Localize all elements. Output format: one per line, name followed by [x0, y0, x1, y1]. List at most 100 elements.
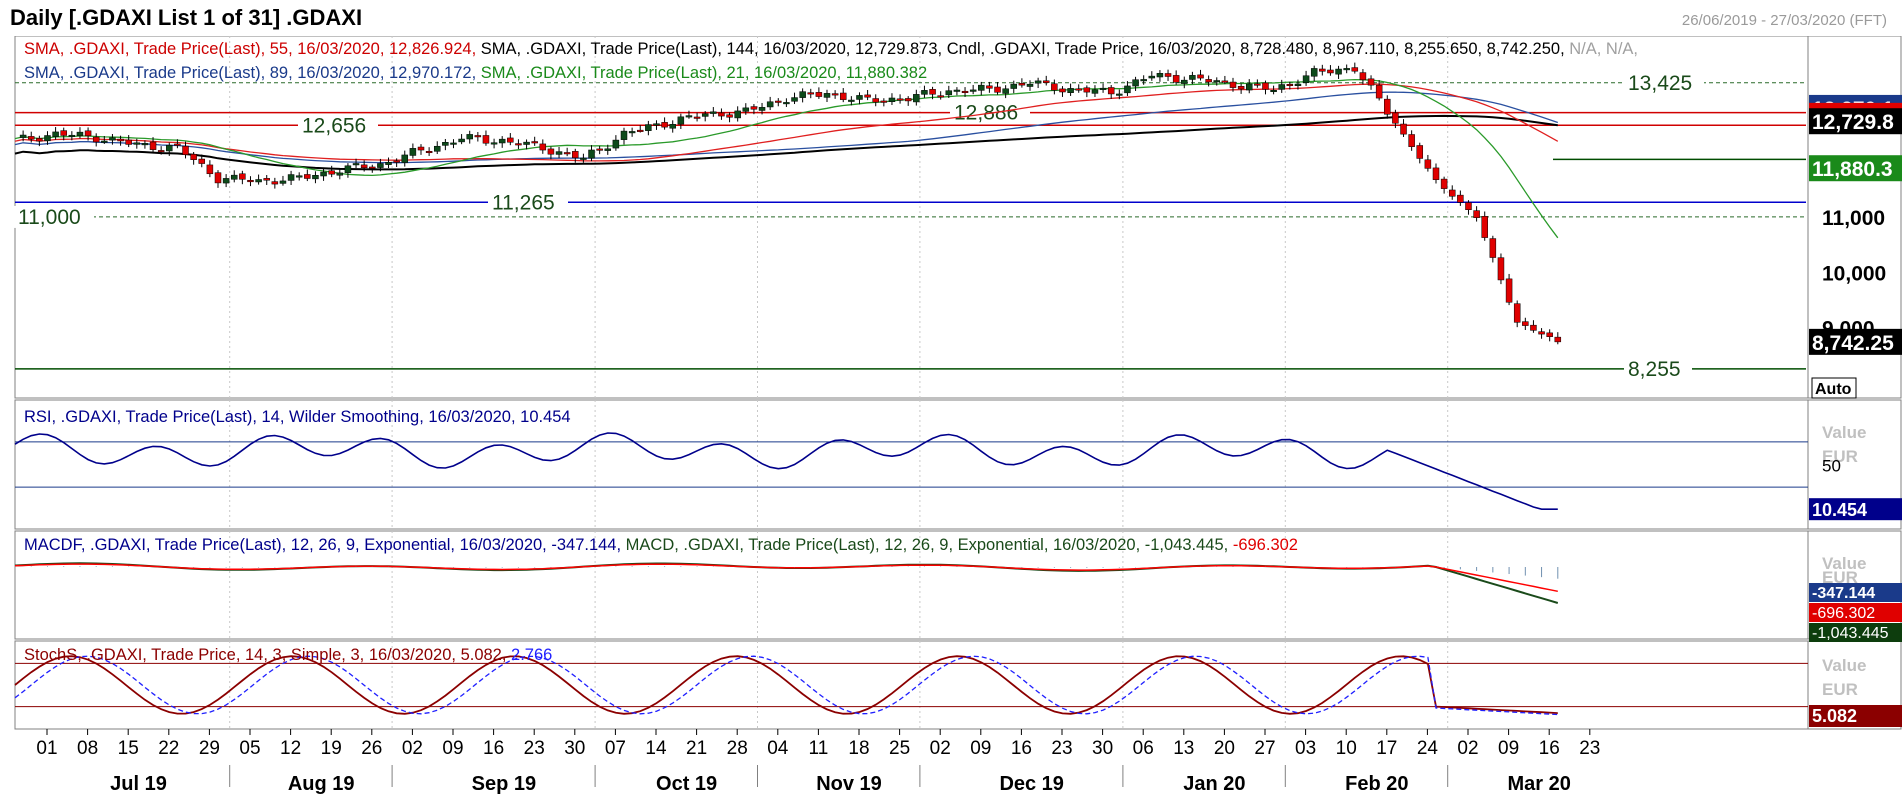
- candle-body: [474, 135, 482, 138]
- candle-body: [555, 151, 563, 155]
- candle-body: [385, 161, 392, 165]
- macd-legend-part: MACDF, .GDAXI, Trade Price(Last), 12, 26…: [24, 536, 621, 554]
- x-month-label: Jan 20: [1183, 773, 1245, 795]
- x-month-label: Aug 19: [288, 773, 355, 795]
- candle-body: [961, 90, 969, 93]
- candle-body: [1051, 83, 1058, 91]
- time-axis: 01 08 15 22 29 05 12 19 26 02 09 16 23 30 07 14 21 28 04 11…: [36, 729, 1600, 795]
- candle-body: [904, 98, 912, 102]
- candle-body: [1262, 82, 1269, 90]
- candle-body: [222, 178, 230, 184]
- stoch-value-label: Value: [1822, 656, 1866, 675]
- price-legend-line1-part: Cndl, .GDAXI, Trade Price, 16/03/2020, 8…: [942, 40, 1565, 58]
- candle-body: [572, 151, 579, 159]
- candle-body: [734, 110, 741, 119]
- chart-title: Daily [.GDAXI List 1 of 31] .GDAXI: [10, 5, 363, 30]
- candle-body: [921, 90, 928, 95]
- candle-body: [239, 173, 246, 180]
- price-legend-line1-part: SMA, .GDAXI, Trade Price(Last), 144, 16/…: [476, 40, 942, 58]
- chart-area[interactable]: 12,656 12,886 13,425 11,265 11,000 8,255 Valu…: [0, 36, 1903, 811]
- level-label: 13,425: [1628, 72, 1692, 95]
- candle-body: [1132, 79, 1139, 87]
- x-tick-label: 07: [605, 738, 626, 759]
- macd-signal-line: [14, 563, 1558, 593]
- candle-body: [831, 93, 839, 96]
- panel-frames: [14, 36, 1902, 730]
- x-tick-label: 16: [1539, 738, 1560, 759]
- candle-body: [1270, 90, 1277, 93]
- candle-body: [1140, 79, 1147, 82]
- candle-body: [945, 90, 953, 96]
- candle-body: [182, 145, 189, 155]
- x-tick-label: 17: [1376, 738, 1397, 759]
- candle-body: [1351, 67, 1359, 72]
- candle-body: [685, 115, 693, 118]
- horizontal-levels: 12,656 12,886 13,425 11,265 11,000 8,255: [14, 71, 1806, 381]
- candle-body: [1075, 88, 1082, 91]
- price-legend-line1: SMA, .GDAXI, Trade Price(Last), 55, 16/0…: [24, 40, 1638, 58]
- rsi-badge: 10.454: [1812, 500, 1867, 520]
- x-tick-label: 19: [321, 738, 342, 759]
- candle-body: [1335, 68, 1342, 75]
- stoch-badge: 5.082: [1812, 706, 1857, 726]
- candle-body: [1245, 83, 1253, 91]
- candle-body: [1018, 82, 1026, 86]
- stoch-panel: Value EUR 5.082: [14, 655, 1902, 727]
- candle-body: [856, 95, 863, 100]
- candle-body: [295, 175, 303, 178]
- candle-body: [287, 174, 295, 181]
- candle-body: [1002, 88, 1009, 94]
- candle-body: [596, 148, 603, 151]
- candle-body: [701, 113, 709, 117]
- x-tick-label: 22: [158, 738, 179, 759]
- candle-body: [320, 171, 327, 177]
- candle-body: [1448, 189, 1456, 197]
- candle-body: [1213, 80, 1221, 83]
- x-tick-label: 01: [36, 738, 57, 759]
- candle-body: [1530, 324, 1537, 331]
- candle-body: [166, 144, 173, 152]
- candle-body: [766, 101, 774, 108]
- candle-body: [1042, 80, 1050, 83]
- stoch-legend-part: StochS, .GDAXI, Trade Price, 14, 3, Simp…: [24, 646, 506, 664]
- candle-body: [1546, 332, 1553, 337]
- candle-body: [1375, 84, 1383, 99]
- stoch-legend-part: 2.766: [506, 646, 552, 664]
- candle-body: [1067, 88, 1074, 93]
- candle-body: [864, 94, 871, 98]
- candle-body: [783, 102, 790, 105]
- x-tick-label: 09: [970, 738, 991, 759]
- candle-body: [1457, 194, 1464, 203]
- x-tick-label: 15: [118, 738, 139, 759]
- candle-body: [823, 93, 831, 98]
- x-tick-label: 20: [1214, 738, 1235, 759]
- grid-lines: [229, 36, 1449, 729]
- candle-body: [1026, 83, 1034, 87]
- candle-body: [1254, 83, 1261, 86]
- candle-body: [125, 139, 132, 145]
- candle-body: [198, 158, 206, 164]
- candle-body: [839, 92, 847, 100]
- candle-body: [1189, 75, 1196, 80]
- candle-body: [1384, 98, 1391, 115]
- candle-body: [775, 100, 782, 103]
- candle-body: [848, 99, 855, 102]
- x-tick-label: 24: [1417, 738, 1439, 759]
- candle-body: [417, 146, 425, 151]
- candle-body: [490, 142, 498, 145]
- candle-body: [1034, 80, 1042, 84]
- candle-body: [913, 94, 920, 103]
- x-tick-label: 30: [1092, 738, 1113, 759]
- candle-body: [482, 135, 490, 144]
- candle-body: [190, 153, 197, 160]
- candle-body: [279, 180, 287, 184]
- candle-body: [653, 123, 660, 126]
- candle-body: [369, 166, 376, 169]
- candle-body: [1359, 72, 1367, 81]
- candle-body: [1489, 238, 1497, 258]
- level-label: 12,656: [302, 114, 366, 137]
- candle-body: [442, 142, 449, 146]
- rsi-value-label: Value: [1822, 423, 1866, 442]
- candle-body: [1440, 178, 1448, 189]
- candle-body: [531, 141, 538, 144]
